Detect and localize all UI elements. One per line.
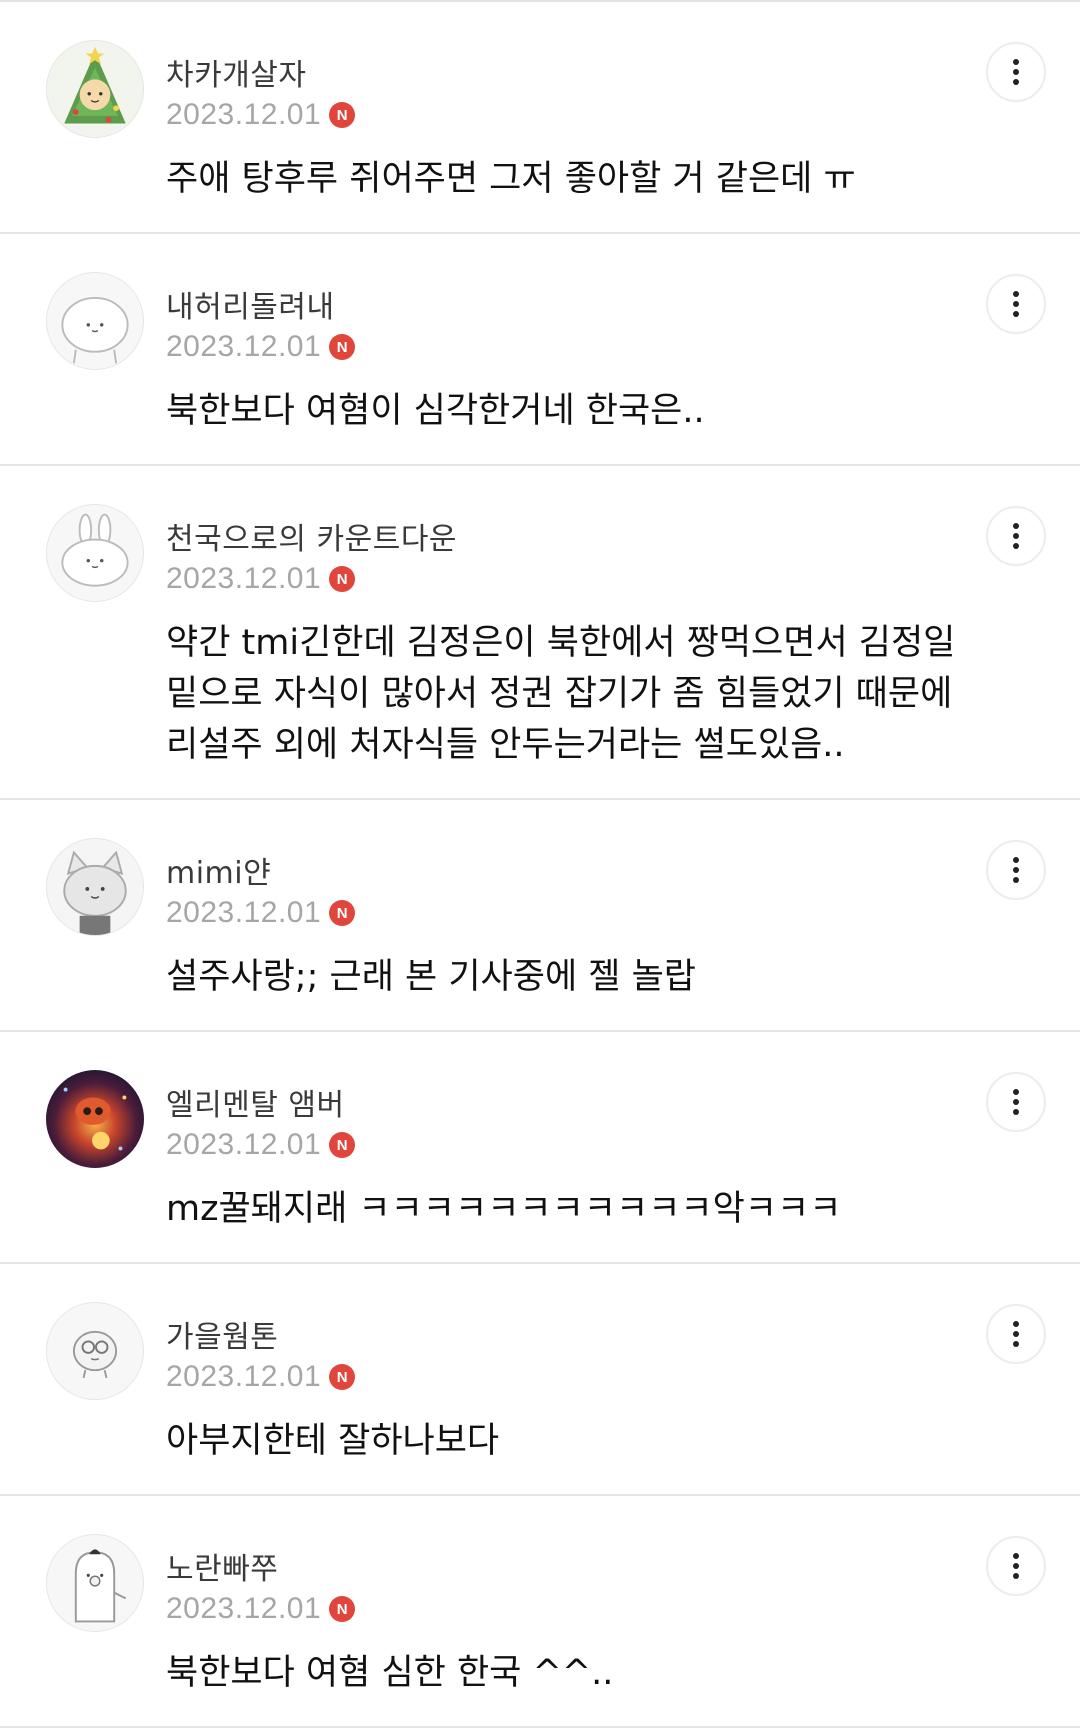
comment-text: 북한보다 여혐 심한 한국 ^^.. bbox=[166, 1653, 614, 1693]
comment-date: 2023.12.01 bbox=[166, 1592, 322, 1625]
comment-date: 2023.12.01 bbox=[166, 1128, 322, 1161]
avatar[interactable] bbox=[46, 272, 144, 370]
blob-character-avatar-icon bbox=[47, 273, 143, 369]
comment-text: 주애 탕후루 쥐어주면 그저 좋아할 거 같은데 ㅠ bbox=[166, 159, 856, 199]
comment-text: 북한보다 여혐이 심각한거네 한국은.. bbox=[166, 391, 705, 431]
comment-meta: 2023.12.01 N bbox=[166, 1592, 356, 1626]
cat-character-avatar-icon bbox=[47, 839, 143, 935]
new-badge: N bbox=[329, 900, 356, 926]
ghost-character-avatar-icon bbox=[47, 1535, 143, 1631]
vertical-dots-icon bbox=[1013, 857, 1019, 883]
nickname[interactable]: 엘리멘탈 앰버 bbox=[166, 1080, 345, 1124]
new-badge: N bbox=[329, 1132, 356, 1158]
more-options-button[interactable] bbox=[986, 506, 1046, 566]
comment-text: mz꿀돼지래 ㅋㅋㅋㅋㅋㅋㅋㅋㅋㅋㅋ악ㅋㅋㅋ bbox=[166, 1189, 842, 1229]
avatar[interactable] bbox=[46, 1302, 144, 1400]
more-options-button[interactable] bbox=[986, 1072, 1046, 1132]
new-badge: N bbox=[329, 1364, 356, 1390]
comment-text: 아부지한테 잘하나보다 bbox=[166, 1421, 500, 1461]
comment-meta: 2023.12.01 N bbox=[166, 330, 356, 364]
glasses-character-avatar-icon bbox=[47, 1303, 143, 1399]
vertical-dots-icon bbox=[1013, 1089, 1019, 1115]
more-options-button[interactable] bbox=[986, 1304, 1046, 1364]
vertical-dots-icon bbox=[1013, 1321, 1019, 1347]
comment-item: 엘리멘탈 앰버 2023.12.01 N mz꿀돼지래 ㅋㅋㅋㅋㅋㅋㅋㅋㅋㅋㅋ악… bbox=[0, 1032, 1080, 1264]
comment-text: 설주사랑;; 근래 본 기사중에 젤 놀랍 bbox=[166, 957, 697, 997]
comment-item: 내허리돌려내 2023.12.01 N 북한보다 여혐이 심각한거네 한국은.. bbox=[0, 234, 1080, 466]
photo-avatar-icon bbox=[46, 1070, 144, 1168]
comment-meta: 2023.12.01 N bbox=[166, 562, 356, 596]
comment-meta: 2023.12.01 N bbox=[166, 1128, 356, 1162]
comment-meta: 2023.12.01 N bbox=[166, 896, 356, 930]
comment-item: mimi얀 2023.12.01 N 설주사랑;; 근래 본 기사중에 젤 놀랍 bbox=[0, 800, 1080, 1032]
comment-text: 약간 tmi긴한데 김정은이 북한에서 짱먹으면서 김정일 밑으로 자식이 많아… bbox=[166, 623, 956, 765]
comment-date: 2023.12.01 bbox=[166, 330, 322, 363]
new-badge: N bbox=[329, 566, 356, 592]
more-options-button[interactable] bbox=[986, 274, 1046, 334]
avatar[interactable] bbox=[46, 40, 144, 138]
comment-item: 천국으로의 카운트다운 2023.12.01 N 약간 tmi긴한데 김정은이 … bbox=[0, 466, 1080, 800]
comment-meta: 2023.12.01 N bbox=[166, 98, 356, 132]
new-badge: N bbox=[329, 1596, 356, 1622]
comment-date: 2023.12.01 bbox=[166, 562, 322, 595]
vertical-dots-icon bbox=[1013, 59, 1019, 85]
comment-date: 2023.12.01 bbox=[166, 98, 322, 131]
comment-date: 2023.12.01 bbox=[166, 896, 322, 929]
christmas-tree-avatar-icon bbox=[47, 41, 143, 137]
avatar[interactable] bbox=[46, 1534, 144, 1632]
nickname[interactable]: mimi얀 bbox=[166, 848, 271, 892]
new-badge: N bbox=[329, 102, 356, 128]
vertical-dots-icon bbox=[1013, 523, 1019, 549]
new-badge: N bbox=[329, 334, 356, 360]
avatar[interactable] bbox=[46, 1070, 144, 1168]
nickname[interactable]: 내허리돌려내 bbox=[166, 282, 335, 326]
nickname[interactable]: 노란빠쭈 bbox=[166, 1544, 278, 1588]
avatar[interactable] bbox=[46, 838, 144, 936]
vertical-dots-icon bbox=[1013, 291, 1019, 317]
more-options-button[interactable] bbox=[986, 1536, 1046, 1596]
nickname[interactable]: 가을웜톤 bbox=[166, 1312, 278, 1356]
comment-list: 차카개살자 2023.12.01 N 주애 탕후루 쥐어주면 그저 좋아할 거 … bbox=[0, 0, 1080, 1728]
nickname[interactable]: 차카개살자 bbox=[166, 50, 307, 94]
avatar[interactable] bbox=[46, 504, 144, 602]
more-options-button[interactable] bbox=[986, 42, 1046, 102]
comment-date: 2023.12.01 bbox=[166, 1360, 322, 1393]
comment-item: 가을웜톤 2023.12.01 N 아부지한테 잘하나보다 bbox=[0, 1264, 1080, 1496]
comment-item: 노란빠쭈 2023.12.01 N 북한보다 여혐 심한 한국 ^^.. bbox=[0, 1496, 1080, 1728]
nickname[interactable]: 천국으로의 카운트다운 bbox=[166, 514, 457, 558]
comment-item: 차카개살자 2023.12.01 N 주애 탕후루 쥐어주면 그저 좋아할 거 … bbox=[0, 2, 1080, 234]
rabbit-character-avatar-icon bbox=[47, 505, 143, 601]
more-options-button[interactable] bbox=[986, 840, 1046, 900]
comment-meta: 2023.12.01 N bbox=[166, 1360, 356, 1394]
vertical-dots-icon bbox=[1013, 1553, 1019, 1579]
